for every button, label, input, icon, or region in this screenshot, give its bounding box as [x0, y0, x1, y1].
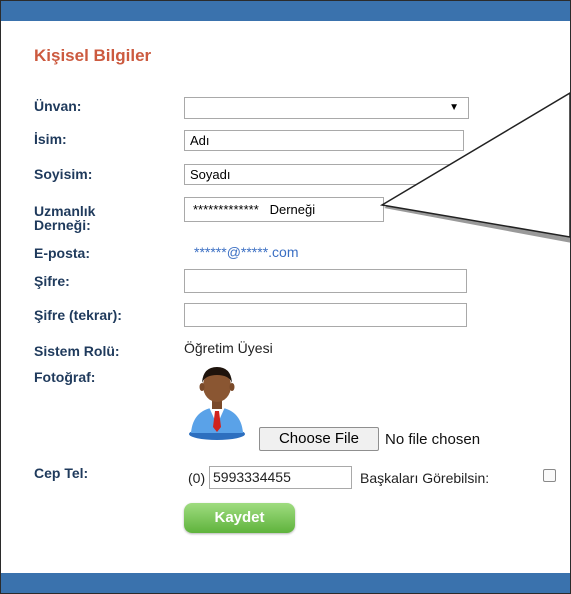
phone-prefix: (0) [188, 470, 206, 486]
unvan-label: Ünvan: [34, 98, 82, 114]
system-role-value: Öğretim Üyesi [184, 340, 273, 356]
save-button[interactable]: Kaydet [184, 503, 295, 533]
profile-form-panel: Kişisel Bilgiler Ünvan: İsim: Soyisim: U… [0, 0, 571, 594]
email-value: ******@*****.com [194, 244, 299, 260]
unvan-select[interactable]: ▼ [184, 97, 469, 119]
visibility-label: Başkaları Görebilsin: [360, 470, 490, 486]
sifre-label: Şifre: [34, 273, 70, 289]
eposta-label: E-posta: [34, 245, 90, 261]
section-title: Kişisel Bilgiler [34, 46, 152, 65]
isim-label: İsim: [34, 131, 67, 147]
visibility-checkbox[interactable] [543, 469, 556, 482]
uzmanlik-label-line1: Uzmanlık [34, 203, 96, 219]
bottom-bar [1, 573, 570, 593]
uzmanlik-dernegi-field[interactable]: ************* Derneği [184, 197, 384, 222]
password-input[interactable] [184, 269, 467, 293]
password-confirm-input[interactable] [184, 303, 467, 327]
file-status-text: No file chosen [385, 431, 481, 448]
choose-file-button[interactable]: Choose File [259, 427, 379, 451]
sistem-rolu-label: Sistem Rolü: [34, 343, 120, 359]
soyisim-input[interactable]: Soyadı [184, 164, 464, 185]
phone-input[interactable]: 5993334455 [209, 466, 352, 489]
chevron-down-icon: ▼ [449, 102, 459, 113]
cep-tel-label: Cep Tel: [34, 465, 89, 481]
user-avatar-icon [189, 367, 245, 440]
sifre-tekrar-label: Şifre (tekrar): [34, 307, 122, 323]
fotograf-label: Fotoğraf: [34, 369, 96, 385]
isim-input[interactable]: Adı [184, 130, 464, 151]
soyisim-label: Soyisim: [34, 166, 93, 182]
uzmanlik-label-line2: Derneği: [34, 217, 91, 233]
top-bar [1, 1, 570, 21]
